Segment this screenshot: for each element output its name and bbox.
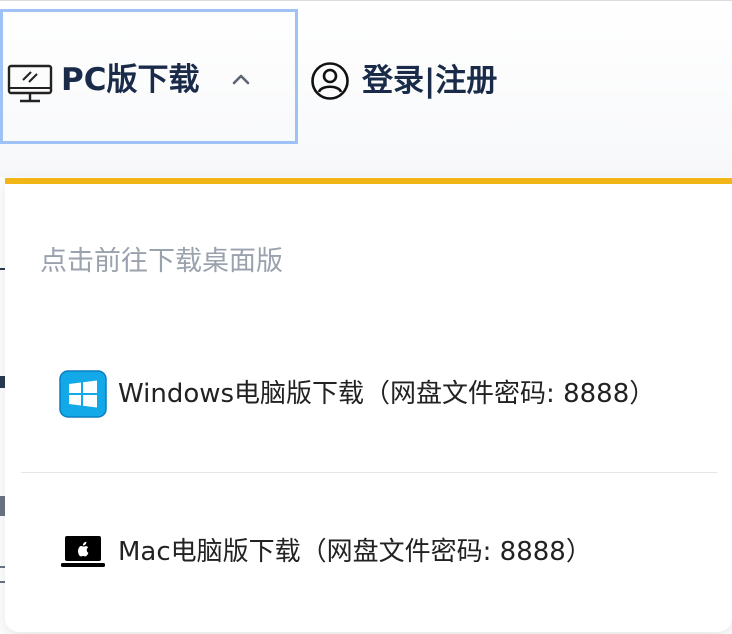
windows-icon xyxy=(59,370,107,418)
user-circle-icon xyxy=(311,62,349,100)
monitor-icon xyxy=(7,64,53,103)
pc-download-label: PC版下载 xyxy=(61,62,200,98)
mac-download-link[interactable]: Mac电脑版下载（网盘文件密码: 8888） xyxy=(5,512,732,592)
login-register-label: 登录|注册 xyxy=(362,63,498,99)
mac-download-label: Mac电脑版下载（网盘文件密码: 8888） xyxy=(118,537,592,567)
windows-download-link[interactable]: Windows电脑版下载（网盘文件密码: 8888） xyxy=(5,354,732,434)
apple-laptop-icon xyxy=(61,536,105,567)
login-register-link[interactable]: 登录|注册 xyxy=(310,61,497,101)
site-header: PC版下载 登录|注册 xyxy=(0,1,732,177)
dropdown-hint: 点击前往下载桌面版 xyxy=(40,246,283,277)
chevron-up-icon xyxy=(232,74,250,85)
pc-download-menu-button[interactable]: PC版下载 xyxy=(0,9,298,144)
windows-download-label: Windows电脑版下载（网盘文件密码: 8888） xyxy=(118,379,656,409)
item-divider xyxy=(21,472,717,473)
download-dropdown-panel: 点击前往下载桌面版 Windows电脑版下载（网盘文件密码: 8888） Mac… xyxy=(5,178,732,632)
